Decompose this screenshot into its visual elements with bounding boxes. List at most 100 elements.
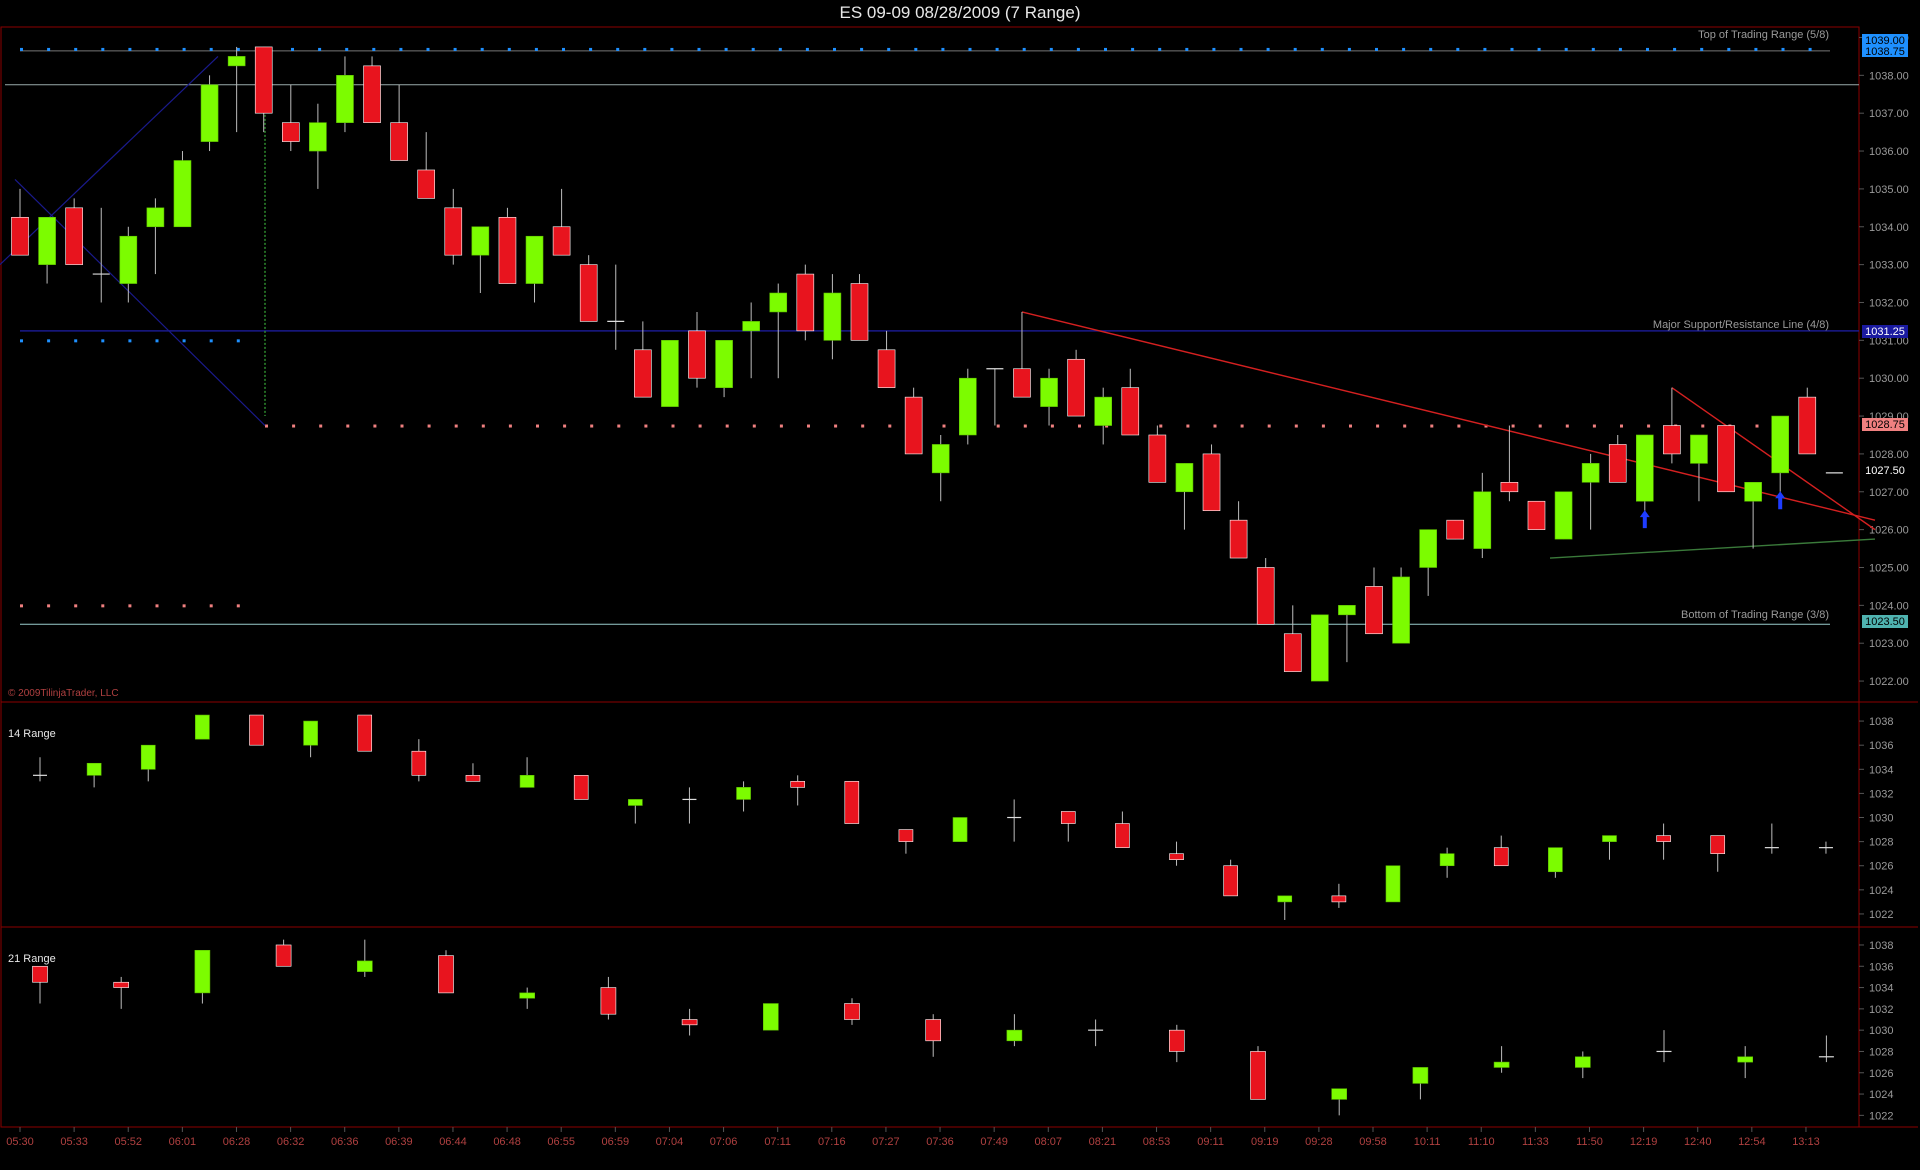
pink-dot-level: [1159, 424, 1163, 428]
main-candle-body: [1554, 491, 1573, 540]
main-candle: [552, 188, 571, 256]
r21-candle-body: [1575, 1056, 1591, 1068]
time-tick-label: 07:36: [926, 1136, 954, 1148]
pink-dot-level: [346, 424, 350, 428]
blue-dot-top: [1808, 47, 1812, 51]
main-candle: [1040, 368, 1058, 426]
r21-candle-body: [113, 981, 129, 988]
r21-ytick-label: 1030: [1869, 1025, 1893, 1037]
main-candle-body: [877, 349, 896, 388]
r14-candle: [1493, 835, 1509, 867]
main-candle: [850, 274, 869, 341]
main-ytick-label: 1028.00: [1869, 449, 1909, 461]
r14-candle-body: [1331, 895, 1347, 903]
main-candle: [1581, 453, 1600, 530]
r21-candle: [1169, 1024, 1185, 1063]
r21-candle-body: [925, 1019, 942, 1042]
chart-canvas[interactable]: 1039.001038.001037.001036.001035.001034.…: [0, 0, 1920, 1170]
main-candle-body: [1256, 567, 1275, 625]
r14-candle: [1331, 883, 1347, 908]
blue-dot-top: [724, 47, 728, 51]
main-price-panel[interactable]: 1039.001038.001037.001036.001035.001034.…: [0, 32, 1909, 688]
r21-candle: [1818, 1035, 1834, 1063]
blue-dot-top: [1375, 47, 1378, 51]
main-candle: [1148, 425, 1167, 483]
range-14-panel[interactable]: 1038 1036 1034 1032 1030 1028 1026 1024 1022: [33, 714, 1893, 921]
main-candle: [498, 207, 517, 284]
blue-dot-top: [1158, 47, 1162, 51]
main-candle: [471, 226, 490, 294]
main-candle-body: [11, 216, 29, 256]
r14-candle: [465, 763, 481, 782]
pink-dot-level: [1430, 424, 1434, 428]
r14-candle: [1277, 895, 1293, 920]
main-ytick-label: 1027.00: [1869, 487, 1909, 499]
pink-dot-level: [1647, 424, 1651, 428]
r14-candle-body: [519, 775, 535, 788]
r21-candle: [519, 987, 536, 1009]
main-candle: [444, 188, 463, 265]
r14-ytick-label: 1032: [1869, 788, 1893, 800]
blue-dot-top: [860, 47, 864, 51]
r14-candle-body: [1439, 853, 1455, 867]
main-candle: [715, 340, 733, 398]
blue-dot-top: [155, 47, 159, 51]
blue-dot-top: [1727, 47, 1731, 51]
r14-candle: [736, 781, 751, 812]
main-candle-body: [1365, 586, 1383, 635]
main-candle-body: [336, 75, 354, 123]
main-candle: [904, 387, 923, 455]
r14-ytick-label: 1036: [1869, 740, 1893, 752]
blue-dot-top: [589, 47, 593, 51]
pink-dot-level: [725, 424, 729, 428]
main-candle-body: [390, 122, 408, 161]
r14-ytick-label: 1024: [1869, 885, 1893, 897]
main-candle: [661, 340, 679, 407]
r14-candle-body: [628, 799, 643, 806]
pink-dot-low: [128, 604, 132, 608]
main-candle-body: [363, 65, 381, 123]
r21-candle: [113, 976, 129, 1009]
r21-candle-body: [194, 949, 211, 994]
pink-dot-level: [563, 424, 567, 428]
r14-candle-body: [465, 775, 481, 782]
main-candle-body: [796, 273, 815, 332]
main-candle: [688, 311, 706, 388]
r14-candle: [1223, 859, 1238, 897]
r14-candle: [249, 714, 264, 746]
main-candle-body: [1744, 482, 1762, 502]
blue-dot-top: [941, 47, 945, 51]
blue-dot-top: [1483, 47, 1487, 51]
pink-dot-level: [1078, 424, 1081, 428]
r21-ytick-label: 1032: [1869, 1004, 1893, 1016]
r14-ytick-label: 1028: [1869, 837, 1893, 849]
main-candle: [309, 103, 327, 189]
pink-dot-level: [1403, 424, 1407, 428]
blue-dot-mid: [74, 339, 78, 343]
main-candle-body: [1175, 463, 1194, 493]
r21-candle: [1737, 1046, 1753, 1079]
r14-candle-body: [952, 817, 968, 842]
r21-ytick-label: 1022: [1869, 1110, 1893, 1122]
range-21-panel[interactable]: 1038 1036 1034 1032 1030 1028 1026 1024 1022: [32, 939, 1894, 1123]
time-tick-label: 08:53: [1143, 1136, 1171, 1148]
blue-dot-top: [643, 47, 647, 51]
panel-label-21: 21 Range: [8, 953, 56, 965]
main-candle: [986, 368, 1004, 426]
blue-dot-top: [1347, 47, 1351, 51]
main-ytick-label: 1025.00: [1869, 562, 1909, 574]
main-candle-body: [1690, 434, 1708, 464]
annotation-bottom-of-range: Bottom of Trading Range (3/8): [1681, 609, 1829, 621]
time-tick-label: 06:55: [547, 1136, 575, 1148]
main-candle: [254, 46, 273, 133]
r14-candle: [1602, 835, 1617, 860]
main-candle-body: [1636, 434, 1654, 502]
blue-dot-top: [562, 47, 565, 51]
r21-ytick-label: 1034: [1869, 983, 1893, 995]
main-ytick-label: 1026.00: [1869, 525, 1909, 537]
main-candle: [1338, 605, 1356, 663]
pink-dot-low: [101, 604, 105, 608]
pink-dot-level: [1050, 424, 1054, 428]
pink-dot-low: [20, 604, 23, 608]
time-tick-label: 12:54: [1738, 1136, 1766, 1148]
